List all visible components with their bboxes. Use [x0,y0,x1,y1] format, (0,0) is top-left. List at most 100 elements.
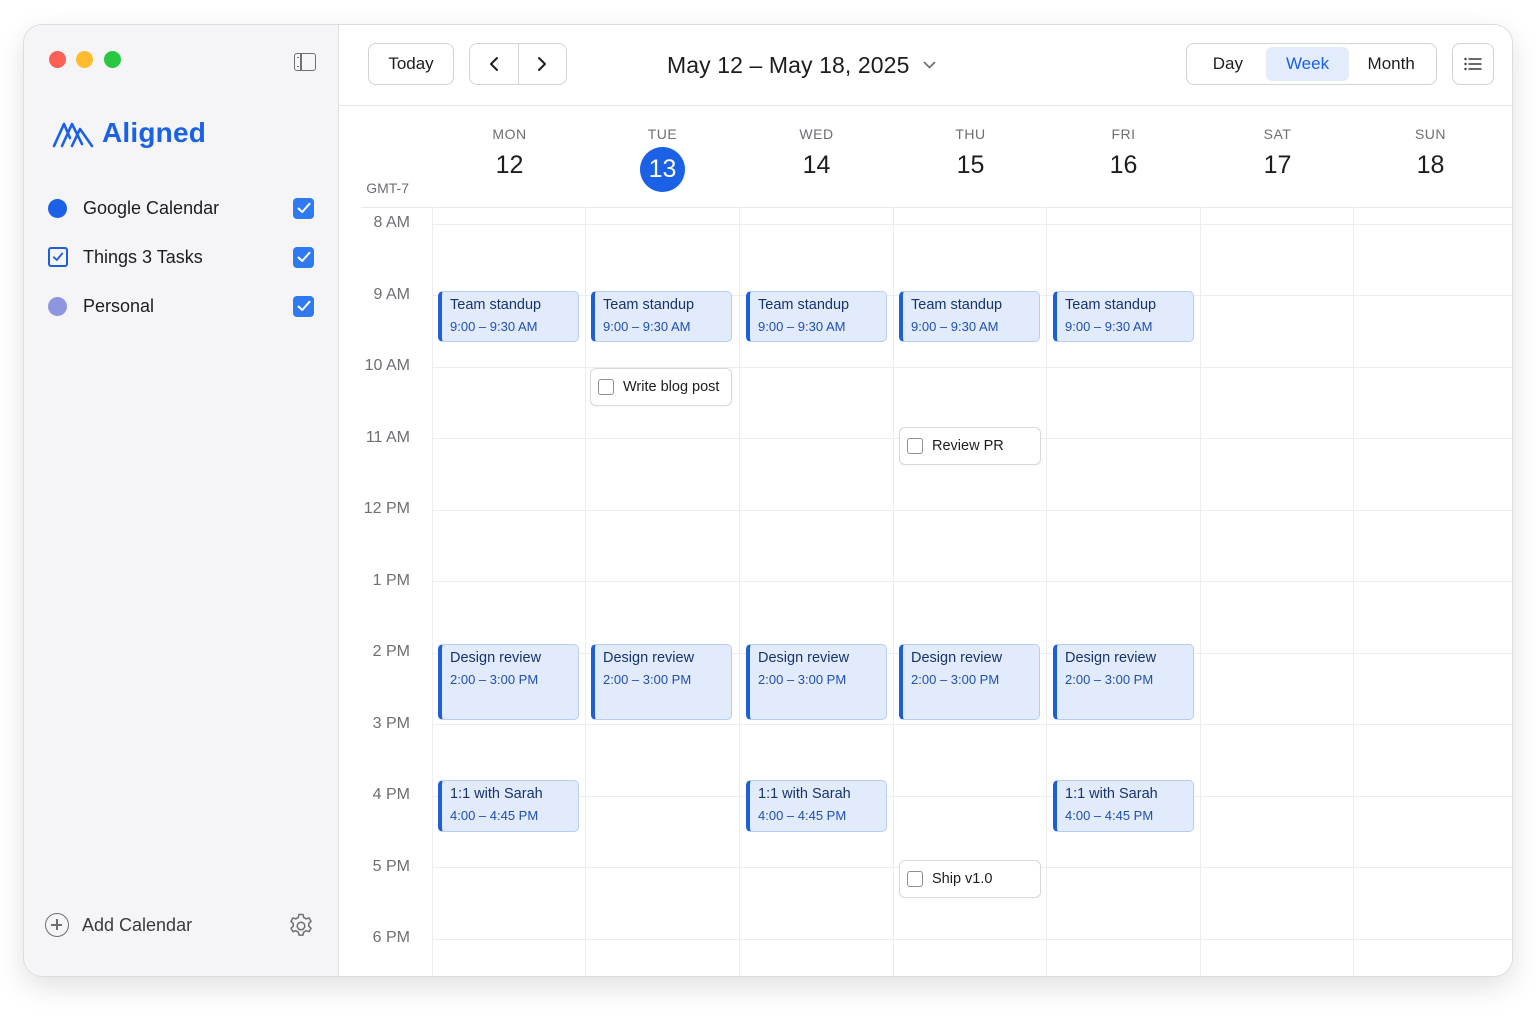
day-header-thu[interactable]: THU 15 [894,106,1047,207]
hour-label: 4 PM [372,786,410,803]
hour-gridline [432,224,1512,225]
day-header-fri[interactable]: FRI 16 [1047,106,1200,207]
day-of-week: WED [799,126,834,142]
day-column-divider [1200,207,1201,976]
add-calendar-button[interactable]: Add Calendar [45,913,192,937]
day-column-divider [739,207,740,976]
event-title: Team standup [911,297,1003,313]
view-week-button[interactable]: Week [1265,47,1350,81]
day-of-week: MON [492,126,527,142]
day-of-week: SUN [1414,126,1447,142]
hour-label: 1 PM [372,572,410,589]
close-window-button[interactable] [49,51,66,68]
view-switcher: Day Week Month [1186,43,1437,85]
day-header-sun[interactable]: SUN 18 [1354,106,1507,207]
hour-label: 6 PM [372,929,410,946]
week-nav-group [469,43,567,85]
list-view-button[interactable] [1452,43,1494,85]
event-time: 2:00 – 3:00 PM [450,672,539,687]
day-of-week: TUE [647,126,678,142]
chevron-right-icon [538,57,547,71]
task-label: Review PR [932,438,1004,454]
calendar-label: Things 3 Tasks [83,246,203,267]
checkmark-icon [297,251,310,262]
hour-label: 8 AM [373,214,410,231]
event-design-review[interactable]: Design review 2:00 – 3:00 PM [899,644,1040,720]
day-header-sat[interactable]: SAT 17 [1201,106,1354,207]
event-time: 2:00 – 3:00 PM [911,672,1000,687]
calendar-visibility-checkbox[interactable] [293,295,314,317]
aligned-logo-icon [52,122,94,148]
event-one-on-one-sarah[interactable]: 1:1 with Sarah 4:00 – 4:45 PM [438,780,579,832]
day-number: 14 [802,151,831,179]
event-time: 2:00 – 3:00 PM [1065,672,1154,687]
date-range-picker[interactable]: May 12 – May 18, 2025 [667,49,936,81]
calendar-row-personal[interactable]: Personal [48,289,314,323]
hour-label: 3 PM [372,715,410,732]
event-time: 9:00 – 9:30 AM [911,319,999,334]
day-column-divider [893,207,894,976]
gear-icon[interactable] [288,913,314,939]
event-title: Design review [758,650,850,666]
event-team-standup[interactable]: Team standup 9:00 – 9:30 AM [1053,291,1194,342]
event-one-on-one-sarah[interactable]: 1:1 with Sarah 4:00 – 4:45 PM [1053,780,1194,832]
minimize-window-button[interactable] [76,51,93,68]
hour-label: 12 PM [363,500,410,517]
task-ship-v1[interactable]: Ship v1.0 [899,860,1041,898]
day-column-divider [432,207,433,976]
event-one-on-one-sarah[interactable]: 1:1 with Sarah 4:00 – 4:45 PM [746,780,887,832]
event-time: 4:00 – 4:45 PM [1065,808,1154,823]
day-column-divider [1046,207,1047,976]
day-header-tue[interactable]: TUE 13 [586,106,739,207]
event-time: 9:00 – 9:30 AM [1065,319,1153,334]
view-month-button[interactable]: Month [1349,47,1433,81]
calendar-visibility-checkbox[interactable] [293,246,314,268]
event-team-standup[interactable]: Team standup 9:00 – 9:30 AM [899,291,1040,342]
hour-gridline [432,939,1512,940]
next-week-button[interactable] [517,44,567,84]
today-button[interactable]: Today [368,43,454,85]
event-team-standup[interactable]: Team standup 9:00 – 9:30 AM [591,291,732,342]
previous-week-button[interactable] [470,44,518,84]
task-checkbox[interactable] [907,871,923,887]
event-title: 1:1 with Sarah [1065,786,1158,802]
list-icon [1464,57,1482,71]
event-team-standup[interactable]: Team standup 9:00 – 9:30 AM [746,291,887,342]
task-checkbox[interactable] [907,438,923,454]
calendar-label: Google Calendar [83,197,220,218]
event-design-review[interactable]: Design review 2:00 – 3:00 PM [438,644,579,720]
event-time: 9:00 – 9:30 AM [450,319,538,334]
hour-label: 10 AM [364,357,410,374]
sidebar: Aligned Google Calendar Things 3 Tasks P… [24,25,339,976]
event-design-review[interactable]: Design review 2:00 – 3:00 PM [591,644,732,720]
week-grid: GMT-7 MON 12 TUE 13 WED 14 THU 15 FRI 16 [339,106,1512,976]
day-header-wed[interactable]: WED 14 [740,106,893,207]
day-number: 17 [1263,151,1292,179]
day-number: 15 [956,151,985,179]
event-team-standup[interactable]: Team standup 9:00 – 9:30 AM [438,291,579,342]
event-design-review[interactable]: Design review 2:00 – 3:00 PM [746,644,887,720]
zoom-window-button[interactable] [104,51,121,68]
task-checkbox[interactable] [598,379,614,395]
calendar-row-google[interactable]: Google Calendar [48,191,314,225]
checkbox-square-icon [48,247,68,267]
event-title: Team standup [758,297,850,313]
day-header-mon[interactable]: MON 12 [433,106,586,207]
event-title: 1:1 with Sarah [758,786,851,802]
view-day-button[interactable]: Day [1190,47,1266,81]
day-of-week: FRI [1111,126,1136,142]
task-review-pr[interactable]: Review PR [899,427,1041,465]
hour-label: 2 PM [372,643,410,660]
calendar-visibility-checkbox[interactable] [293,197,314,219]
calendar-row-things[interactable]: Things 3 Tasks [48,240,314,274]
day-number: 18 [1416,151,1445,179]
event-title: Design review [911,650,1003,666]
date-range-title: May 12 – May 18, 2025 [667,51,910,78]
task-write-blog-post[interactable]: Write blog post [590,368,732,406]
event-time: 9:00 – 9:30 AM [758,319,846,334]
event-time: 2:00 – 3:00 PM [603,672,692,687]
sidebar-toggle-icon[interactable] [294,53,316,71]
event-design-review[interactable]: Design review 2:00 – 3:00 PM [1053,644,1194,720]
event-time: 2:00 – 3:00 PM [758,672,847,687]
app-logo: Aligned [52,113,206,153]
